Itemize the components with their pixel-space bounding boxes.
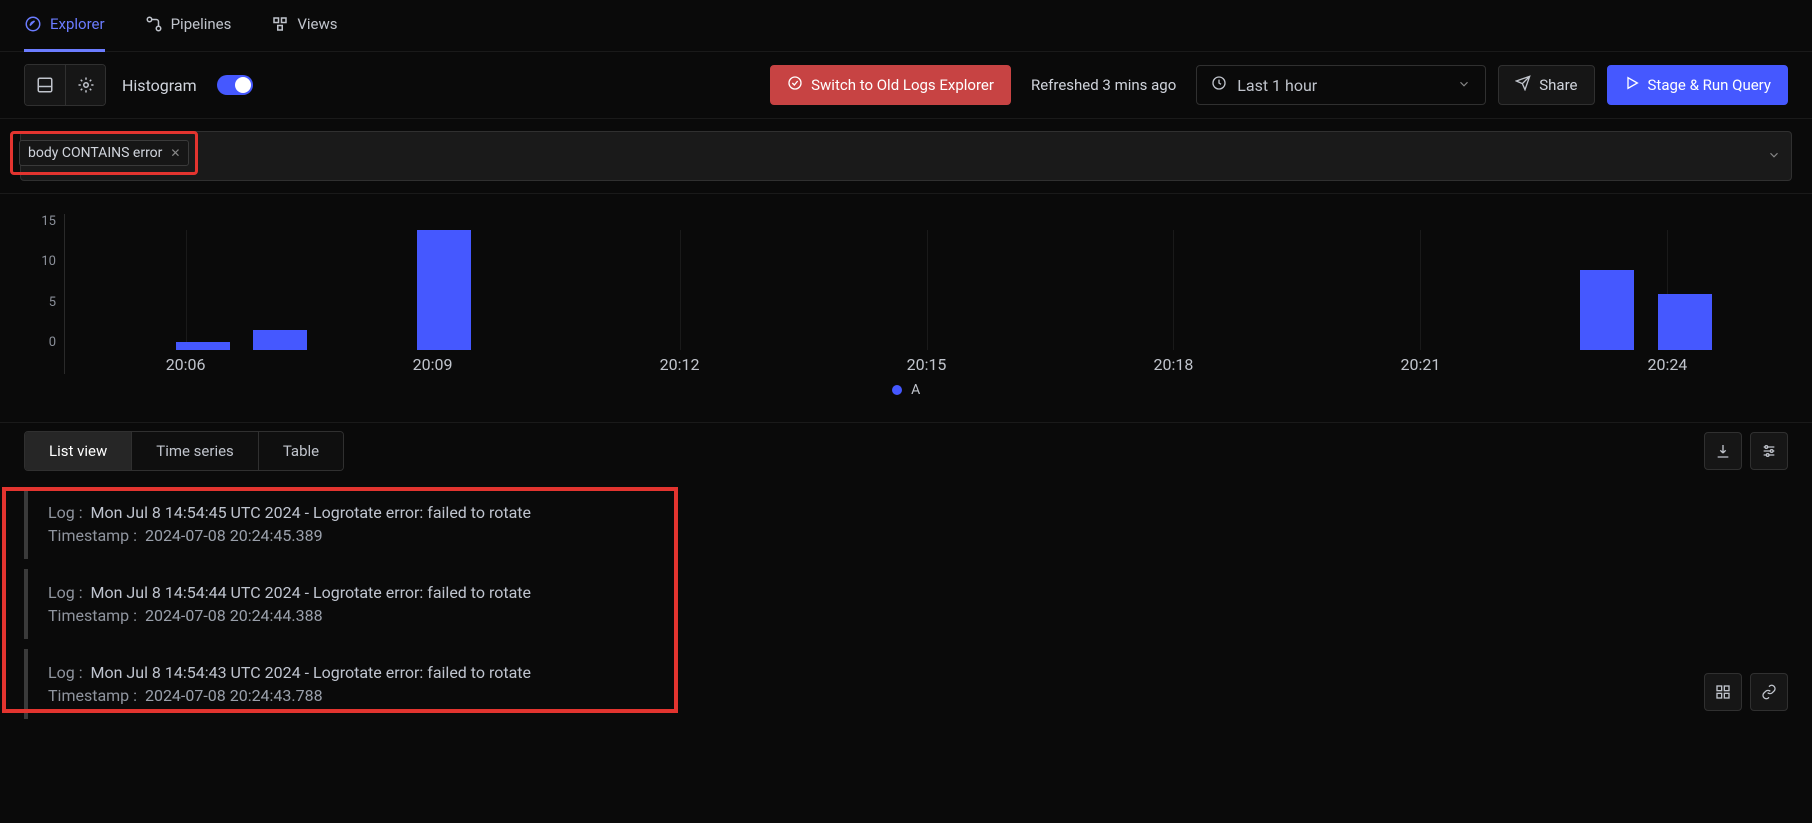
x-tick-label: 20:21	[1401, 355, 1441, 374]
y-tick: 15	[41, 214, 56, 229]
toolbar: Histogram Switch to Old Logs Explorer Re…	[0, 52, 1812, 119]
log-timestamp: 2024-07-08 20:24:43.788	[145, 686, 323, 705]
plot-area[interactable]: 20:06 20:09 20:12 20:15 20:18 20:21 20:24	[64, 214, 1788, 374]
legend-dot-icon	[892, 385, 902, 395]
log-entry[interactable]: Log : Mon Jul 8 14:54:45 UTC 2024 - Logr…	[24, 489, 1788, 559]
logs-list: Log : Mon Jul 8 14:54:45 UTC 2024 - Logr…	[0, 489, 1812, 719]
view-tab-list[interactable]: List view	[25, 432, 131, 470]
chevron-down-icon[interactable]	[1767, 147, 1781, 166]
ts-prefix: Timestamp :	[48, 606, 137, 625]
x-tick-label: 20:24	[1647, 355, 1687, 374]
histogram-label: Histogram	[122, 76, 197, 95]
tab-explorer[interactable]: Explorer	[24, 0, 105, 52]
refreshed-text: Refreshed 3 mins ago	[1031, 76, 1176, 94]
clock-icon	[1211, 75, 1227, 95]
compass-icon	[24, 15, 42, 33]
chevron-down-icon	[1457, 76, 1471, 95]
logs-footer-tools	[1704, 673, 1788, 711]
undo-icon	[787, 75, 803, 95]
layout-btn-1[interactable]	[25, 65, 65, 105]
log-prefix: Log :	[48, 583, 83, 602]
settings-sliders-button[interactable]	[1750, 432, 1788, 470]
tab-pipelines[interactable]: Pipelines	[145, 0, 232, 52]
histogram-bar[interactable]	[1580, 270, 1634, 350]
log-timestamp: 2024-07-08 20:24:45.389	[145, 526, 323, 545]
time-range-label: Last 1 hour	[1237, 76, 1317, 95]
filter-input[interactable]	[20, 131, 1792, 181]
chart-legend: A	[24, 374, 1788, 414]
layout-btn-2[interactable]	[65, 65, 105, 105]
tab-label: Explorer	[50, 15, 105, 33]
play-icon	[1624, 75, 1640, 95]
log-body: Mon Jul 8 14:54:45 UTC 2024 - Logrotate …	[91, 503, 532, 522]
y-tick: 0	[49, 335, 56, 350]
histogram-bar[interactable]	[1658, 294, 1712, 350]
tab-views[interactable]: Views	[271, 0, 337, 52]
view-segmented-control: List view Time series Table	[24, 431, 344, 471]
grid-button[interactable]	[1704, 673, 1742, 711]
switch-old-logs-button[interactable]: Switch to Old Logs Explorer	[770, 65, 1011, 105]
views-icon	[271, 15, 289, 33]
tab-label: Views	[297, 15, 337, 33]
pipeline-icon	[145, 15, 163, 33]
layout-toggle-group	[24, 64, 106, 106]
view-tabs-row: List view Time series Table	[0, 422, 1812, 479]
share-label: Share	[1539, 76, 1577, 94]
y-tick: 5	[49, 295, 56, 310]
log-body: Mon Jul 8 14:54:43 UTC 2024 - Logrotate …	[91, 663, 532, 682]
y-axis: 15 10 5 0	[24, 214, 64, 374]
histogram-chart: 15 10 5 0 20:06 20:09 20:12 20:15 20:18 20:21…	[0, 194, 1812, 422]
download-button[interactable]	[1704, 432, 1742, 470]
run-query-button[interactable]: Stage & Run Query	[1607, 65, 1789, 105]
histogram-toggle[interactable]	[217, 75, 253, 95]
filter-chip-text: body CONTAINS error	[28, 145, 162, 161]
view-tab-table[interactable]: Table	[258, 432, 343, 470]
histogram-bar[interactable]	[176, 342, 230, 350]
ts-prefix: Timestamp :	[48, 526, 137, 545]
share-button[interactable]: Share	[1498, 65, 1594, 105]
x-tick-label: 20:15	[907, 355, 947, 374]
histogram-bar[interactable]	[417, 230, 471, 350]
log-prefix: Log :	[48, 663, 83, 682]
legend-series-name: A	[911, 382, 920, 398]
log-prefix: Log :	[48, 503, 83, 522]
filter-highlight-annotation: body CONTAINS error ✕	[10, 131, 198, 175]
log-entry[interactable]: Log : Mon Jul 8 14:54:43 UTC 2024 - Logr…	[24, 649, 1788, 719]
log-timestamp: 2024-07-08 20:24:44.388	[145, 606, 323, 625]
ts-prefix: Timestamp :	[48, 686, 137, 705]
view-tab-timeseries[interactable]: Time series	[131, 432, 258, 470]
close-icon[interactable]: ✕	[170, 146, 180, 160]
time-range-picker[interactable]: Last 1 hour	[1196, 65, 1486, 105]
send-icon	[1515, 75, 1531, 95]
histogram-bar[interactable]	[253, 330, 307, 350]
top-tabs: Explorer Pipelines Views	[0, 0, 1812, 52]
x-tick-label: 20:12	[660, 355, 700, 374]
x-tick-label: 20:09	[413, 355, 453, 374]
log-body: Mon Jul 8 14:54:44 UTC 2024 - Logrotate …	[91, 583, 532, 602]
run-label: Stage & Run Query	[1648, 76, 1772, 94]
y-tick: 10	[41, 254, 56, 269]
switch-label: Switch to Old Logs Explorer	[811, 76, 994, 94]
link-button[interactable]	[1750, 673, 1788, 711]
x-tick-label: 20:18	[1154, 355, 1194, 374]
x-tick-label: 20:06	[166, 355, 206, 374]
tab-label: Pipelines	[171, 15, 232, 33]
filter-section: body CONTAINS error ✕	[0, 119, 1812, 194]
log-entry[interactable]: Log : Mon Jul 8 14:54:44 UTC 2024 - Logr…	[24, 569, 1788, 639]
filter-chip[interactable]: body CONTAINS error ✕	[19, 140, 189, 166]
